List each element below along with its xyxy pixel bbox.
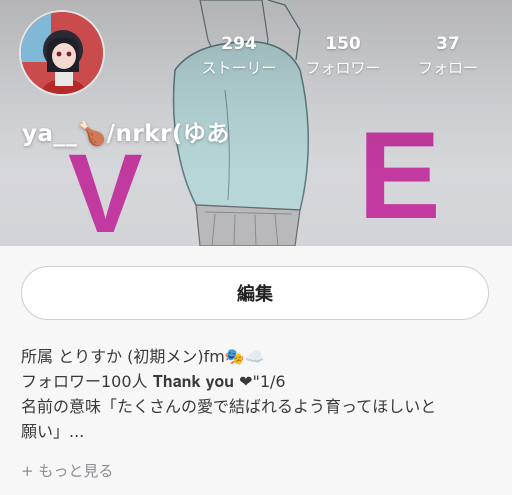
profile-content: 編集 所属 とりすか (初期メン)fm🎭☁️ フォロワー100人 𝐓𝐡𝐚𝐧𝐤 𝐲…: [0, 246, 512, 495]
stat-stories[interactable]: 294 ストーリー: [189, 34, 289, 79]
stat-following[interactable]: 37 フォロー: [398, 34, 498, 79]
profile-bio: 所属 とりすか (初期メン)fm🎭☁️ フォロワー100人 𝐓𝐡𝐚𝐧𝐤 𝐲𝐨𝐮 …: [21, 344, 496, 444]
edit-profile-button[interactable]: 編集: [21, 266, 489, 320]
bio-line: 所属 とりすか (初期メン)fm🎭☁️: [21, 347, 265, 366]
stat-following-count: 37: [436, 34, 460, 54]
profile-name: ya__🍗/nrkr(ゆあ: [22, 121, 230, 147]
stat-followers-count: 150: [325, 34, 361, 54]
see-more-link[interactable]: + もっと見る: [21, 460, 113, 481]
stat-following-label: フォロー: [417, 59, 478, 77]
profile-cover: V E 294 ストーリー 150 フォロワー 37 フォロー ya__🍗/nr…: [0, 0, 512, 246]
bio-line: 願い」...: [21, 422, 85, 441]
avatar[interactable]: [21, 12, 103, 94]
avatar-image: [21, 12, 103, 94]
stat-stories-label: ストーリー: [201, 59, 277, 77]
stat-followers[interactable]: 150 フォロワー: [293, 34, 393, 79]
bio-line: フォロワー100人 𝐓𝐡𝐚𝐧𝐤 𝐲𝐨𝐮 ❤"1/6: [21, 372, 286, 391]
stat-followers-label: フォロワー: [305, 59, 381, 77]
bio-line: 名前の意味「たくさんの愛で結ばれるよう育ってほしいと: [21, 397, 437, 416]
stat-stories-count: 294: [221, 34, 257, 54]
